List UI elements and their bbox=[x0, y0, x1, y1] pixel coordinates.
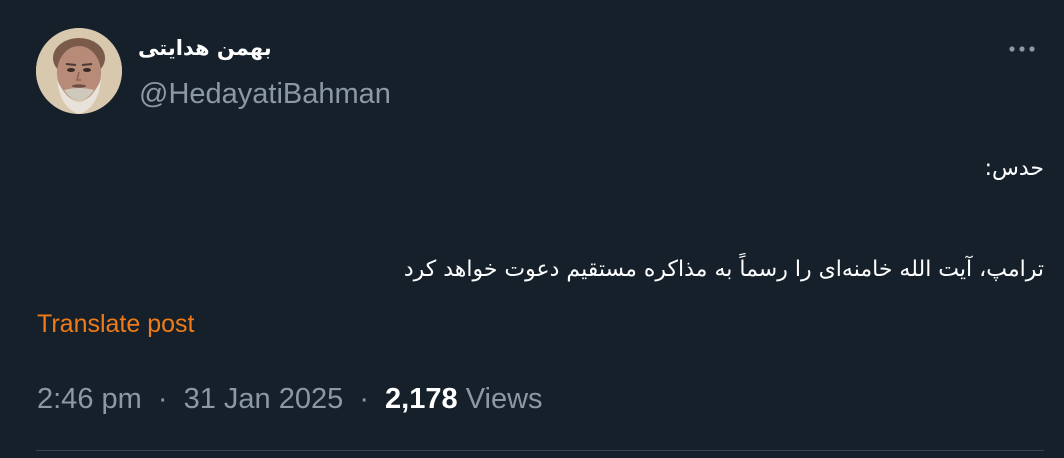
divider bbox=[36, 450, 1044, 451]
views-count[interactable]: 2,178 bbox=[385, 383, 458, 415]
more-options-button[interactable] bbox=[1002, 36, 1042, 62]
author-handle[interactable]: @HedayatiBahman bbox=[139, 78, 391, 111]
post-text-line: حدس: bbox=[984, 156, 1044, 181]
post-metadata: 2:46 pm · 31 Jan 2025 · 2,178 Views bbox=[37, 383, 543, 416]
more-horizontal-icon bbox=[1009, 46, 1035, 52]
post-time[interactable]: 2:46 pm bbox=[37, 383, 142, 415]
avatar-portrait-image bbox=[36, 28, 122, 114]
views-label[interactable]: Views bbox=[466, 383, 543, 415]
tweet-post: بهمن هدایتی @HedayatiBahman حدس: ترامپ، … bbox=[0, 0, 1064, 458]
author-display-name[interactable]: بهمن هدایتی bbox=[138, 36, 272, 60]
post-date[interactable]: 31 Jan 2025 bbox=[184, 383, 344, 415]
translate-post-link[interactable]: Translate post bbox=[37, 310, 194, 339]
separator-dot: · bbox=[359, 383, 369, 415]
avatar[interactable] bbox=[36, 28, 122, 114]
post-text-line: ترامپ، آیت الله خامنه‌ای را رسماً به مذا… bbox=[403, 257, 1044, 282]
separator-dot: · bbox=[157, 383, 168, 415]
